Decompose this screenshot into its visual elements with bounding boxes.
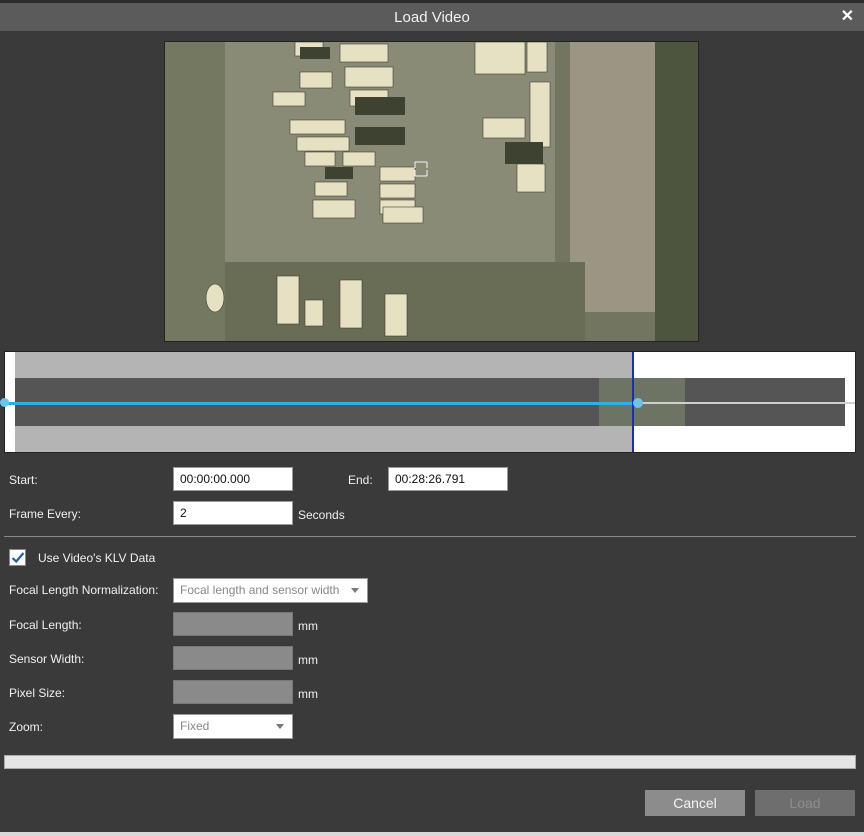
load-button[interactable]: Load: [755, 790, 855, 816]
video-preview: [164, 41, 699, 342]
focal-length-unit: mm: [298, 619, 318, 633]
checkmark-icon: [11, 552, 25, 564]
zoom-label: Zoom:: [9, 720, 44, 734]
end-label: End:: [348, 473, 373, 487]
timeline-progress-line: [5, 402, 637, 405]
timeline-start-handle[interactable]: [0, 398, 9, 407]
start-label: Start:: [9, 473, 38, 487]
focal-norm-label: Focal Length Normalization:: [9, 583, 159, 597]
title-bar: Load Video ✕: [0, 3, 864, 31]
zoom-value: Fixed: [180, 719, 210, 733]
dialog-title: Load Video: [394, 9, 470, 26]
focal-norm-value: Focal length and sensor width: [180, 583, 340, 597]
focal-length-label: Focal Length:: [9, 618, 82, 632]
frame-every-unit: Seconds: [298, 508, 345, 522]
use-klv-label: Use Video's KLV Data: [38, 551, 156, 565]
pixel-size-label: Pixel Size:: [9, 686, 66, 700]
pixel-size-unit: mm: [298, 687, 318, 701]
pixel-size-input[interactable]: [173, 680, 293, 704]
progress-bar: [4, 755, 856, 769]
focal-length-input[interactable]: [173, 612, 293, 636]
cancel-button[interactable]: Cancel: [645, 790, 745, 816]
focal-norm-select[interactable]: Focal length and sensor width: [173, 578, 368, 603]
timeline-playhead-knob[interactable]: [633, 398, 643, 408]
timeline-remaining-line: [637, 402, 855, 404]
chevron-down-icon: [351, 588, 359, 593]
sensor-width-label: Sensor Width:: [9, 652, 85, 666]
end-time-input[interactable]: 00:28:26.791: [388, 467, 508, 491]
timeline[interactable]: [0, 351, 856, 453]
chevron-down-icon: [276, 724, 284, 729]
zoom-select[interactable]: Fixed: [173, 714, 293, 739]
start-time-input[interactable]: 00:00:00.000: [173, 467, 293, 491]
frame-every-label: Frame Every:: [9, 507, 82, 521]
close-icon[interactable]: ✕: [841, 6, 854, 26]
frame-every-input[interactable]: 2: [173, 501, 293, 525]
video-frame-image: [165, 42, 698, 341]
bottom-strip: [0, 832, 864, 836]
sensor-width-input[interactable]: [173, 646, 293, 670]
divider: [4, 536, 856, 537]
use-klv-checkbox[interactable]: [9, 549, 26, 566]
sensor-width-unit: mm: [298, 653, 318, 667]
